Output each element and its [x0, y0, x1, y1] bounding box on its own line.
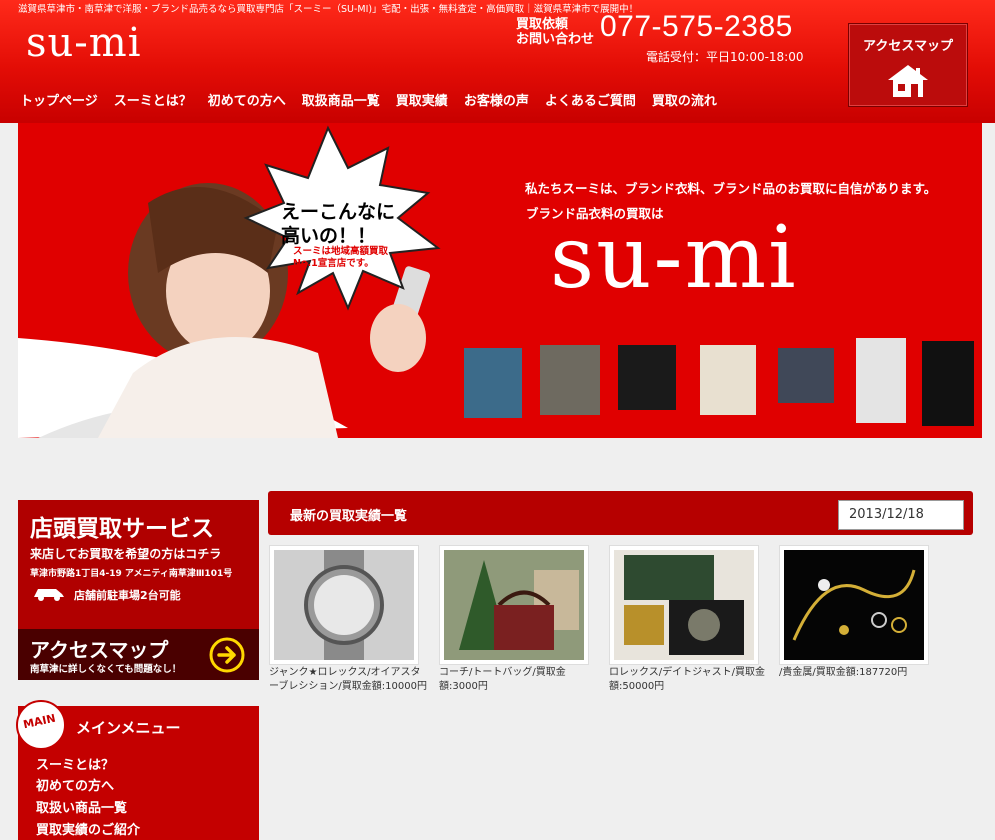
- header-tagline: 滋賀県草津市・南草津で洋服・ブランド品売るなら買取専門店「スーミー（SU-MI)…: [18, 4, 639, 15]
- hero-illustration: [18, 125, 974, 438]
- nav-item-about[interactable]: スーミとは？: [114, 90, 192, 112]
- bubble-small-2: No.1宣言店です。: [293, 258, 374, 269]
- store-access-title: アクセスマップ: [30, 638, 169, 662]
- bubble-headline: えーこんなに 高いの！！: [281, 200, 395, 248]
- main-badge-label: MAIN: [22, 711, 57, 732]
- nav-item-voices[interactable]: お客様の声: [464, 90, 529, 112]
- main-menu-title: メインメニュー: [76, 719, 181, 737]
- contact-label-line1: 買取依頼: [516, 17, 569, 32]
- hero-copy-1: 私たちスーミは、ブランド衣料、ブランド品のお買取に自信があります。: [525, 181, 937, 196]
- bubble-line-1: えーこんなに: [281, 201, 396, 223]
- menu-item-about[interactable]: スーミとは？: [36, 754, 114, 773]
- results-date-text: 2013/12/18: [849, 507, 924, 522]
- phone-number[interactable]: 077-575-2385: [600, 10, 793, 44]
- bag-photo[interactable]: [439, 545, 589, 665]
- nav-item-results[interactable]: 買取実績: [396, 90, 448, 112]
- hero-banner: 私たちスーミは、ブランド衣料、ブランド品のお買取に自信があります。 ブランド品衣…: [18, 123, 982, 438]
- bubble-subtext: スーミは地域高額買取 No.1宣言店です。: [293, 246, 388, 270]
- arrow-right-circle-icon: [209, 637, 245, 673]
- store-service-box[interactable]: 店頭買取サービス 来店してお買取を希望の方はコチラ 草津市野路1丁目4-19 ア…: [18, 500, 259, 680]
- store-access-map-link[interactable]: アクセスマップ 南草津に詳しくなくても問題なし！: [18, 629, 259, 680]
- result-item[interactable]: ジャンク★ロレックス/オイアスターブレシション/買取金額:10000円: [269, 545, 429, 694]
- results-title: 最新の買取実績一覧: [290, 509, 408, 524]
- hero-logo: su-mi: [550, 208, 798, 308]
- access-map-button[interactable]: アクセスマップ: [848, 23, 968, 107]
- contact-label-line2: お問い合わせ: [516, 32, 595, 47]
- main-badge: MAIN: [16, 700, 66, 750]
- jewelry-photo[interactable]: [779, 545, 929, 665]
- menu-item-first-time[interactable]: 初めての方へ: [36, 775, 114, 794]
- nav-item-top[interactable]: トップページ: [20, 90, 98, 112]
- bubble-small-1: スーミは地域高額買取: [293, 246, 389, 257]
- site-header: 滋賀県草津市・南草津で洋服・ブランド品売るなら買取専門店「スーミー（SU-MI)…: [0, 0, 995, 123]
- menu-item-results[interactable]: 買取実績のご紹介: [36, 819, 140, 838]
- store-address: 草津市野路1丁目4-19 アメニティ南草津Ⅲ101号: [30, 569, 233, 579]
- contact-label: 買取依頼 お問い合わせ: [516, 17, 594, 47]
- result-item[interactable]: コーチ/トートバッグ/買取金額:3000円: [439, 545, 599, 694]
- result-caption[interactable]: コーチ/トートバッグ/買取金額:3000円: [439, 666, 599, 694]
- store-parking: 店舗前駐車場2台可能: [74, 589, 181, 602]
- results-date: 2013/12/18: [838, 500, 964, 530]
- store-service-subtitle: 来店してお買取を希望の方はコチラ: [30, 547, 222, 561]
- phone-hours: 電話受付：平日10:00-18:00: [646, 50, 804, 64]
- bubble-line-2: 高いの！！: [281, 225, 377, 247]
- access-map-label: アクセスマップ: [863, 39, 953, 54]
- result-item[interactable]: ロレックス/デイトジャスト/買取金額:50000円: [609, 545, 769, 694]
- nav-item-flow[interactable]: 買取の流れ: [652, 90, 717, 112]
- store-access-sub: 南草津に詳しくなくても問題なし！: [30, 664, 182, 675]
- watch-photo[interactable]: [269, 545, 419, 665]
- results-header: 最新の買取実績一覧 2013/12/18: [268, 491, 973, 535]
- global-nav: トップページ スーミとは？ 初めての方へ 取扱商品一覧 買取実績 お客様の声 よ…: [20, 90, 733, 112]
- result-caption[interactable]: ロレックス/デイトジャスト/買取金額:50000円: [609, 666, 769, 694]
- nav-item-faq[interactable]: よくあるご質問: [545, 90, 636, 112]
- menu-item-products[interactable]: 取扱い商品一覧: [36, 797, 127, 816]
- rolex-box-photo[interactable]: [609, 545, 759, 665]
- house-icon: [888, 65, 928, 97]
- nav-item-products[interactable]: 取扱商品一覧: [302, 90, 380, 112]
- site-logo[interactable]: su-mi: [26, 20, 142, 66]
- store-service-title: 店頭買取サービス: [30, 516, 214, 542]
- main-menu-box: MAIN メインメニュー スーミとは？ 初めての方へ 取扱い商品一覧 買取実績の…: [16, 700, 259, 840]
- car-icon: [34, 589, 64, 601]
- result-caption[interactable]: /貴金属/買取金額:187720円: [779, 666, 939, 680]
- nav-item-first-time[interactable]: 初めての方へ: [208, 90, 286, 112]
- result-caption[interactable]: ジャンク★ロレックス/オイアスターブレシション/買取金額:10000円: [269, 666, 429, 694]
- result-item[interactable]: /貴金属/買取金額:187720円: [779, 545, 939, 680]
